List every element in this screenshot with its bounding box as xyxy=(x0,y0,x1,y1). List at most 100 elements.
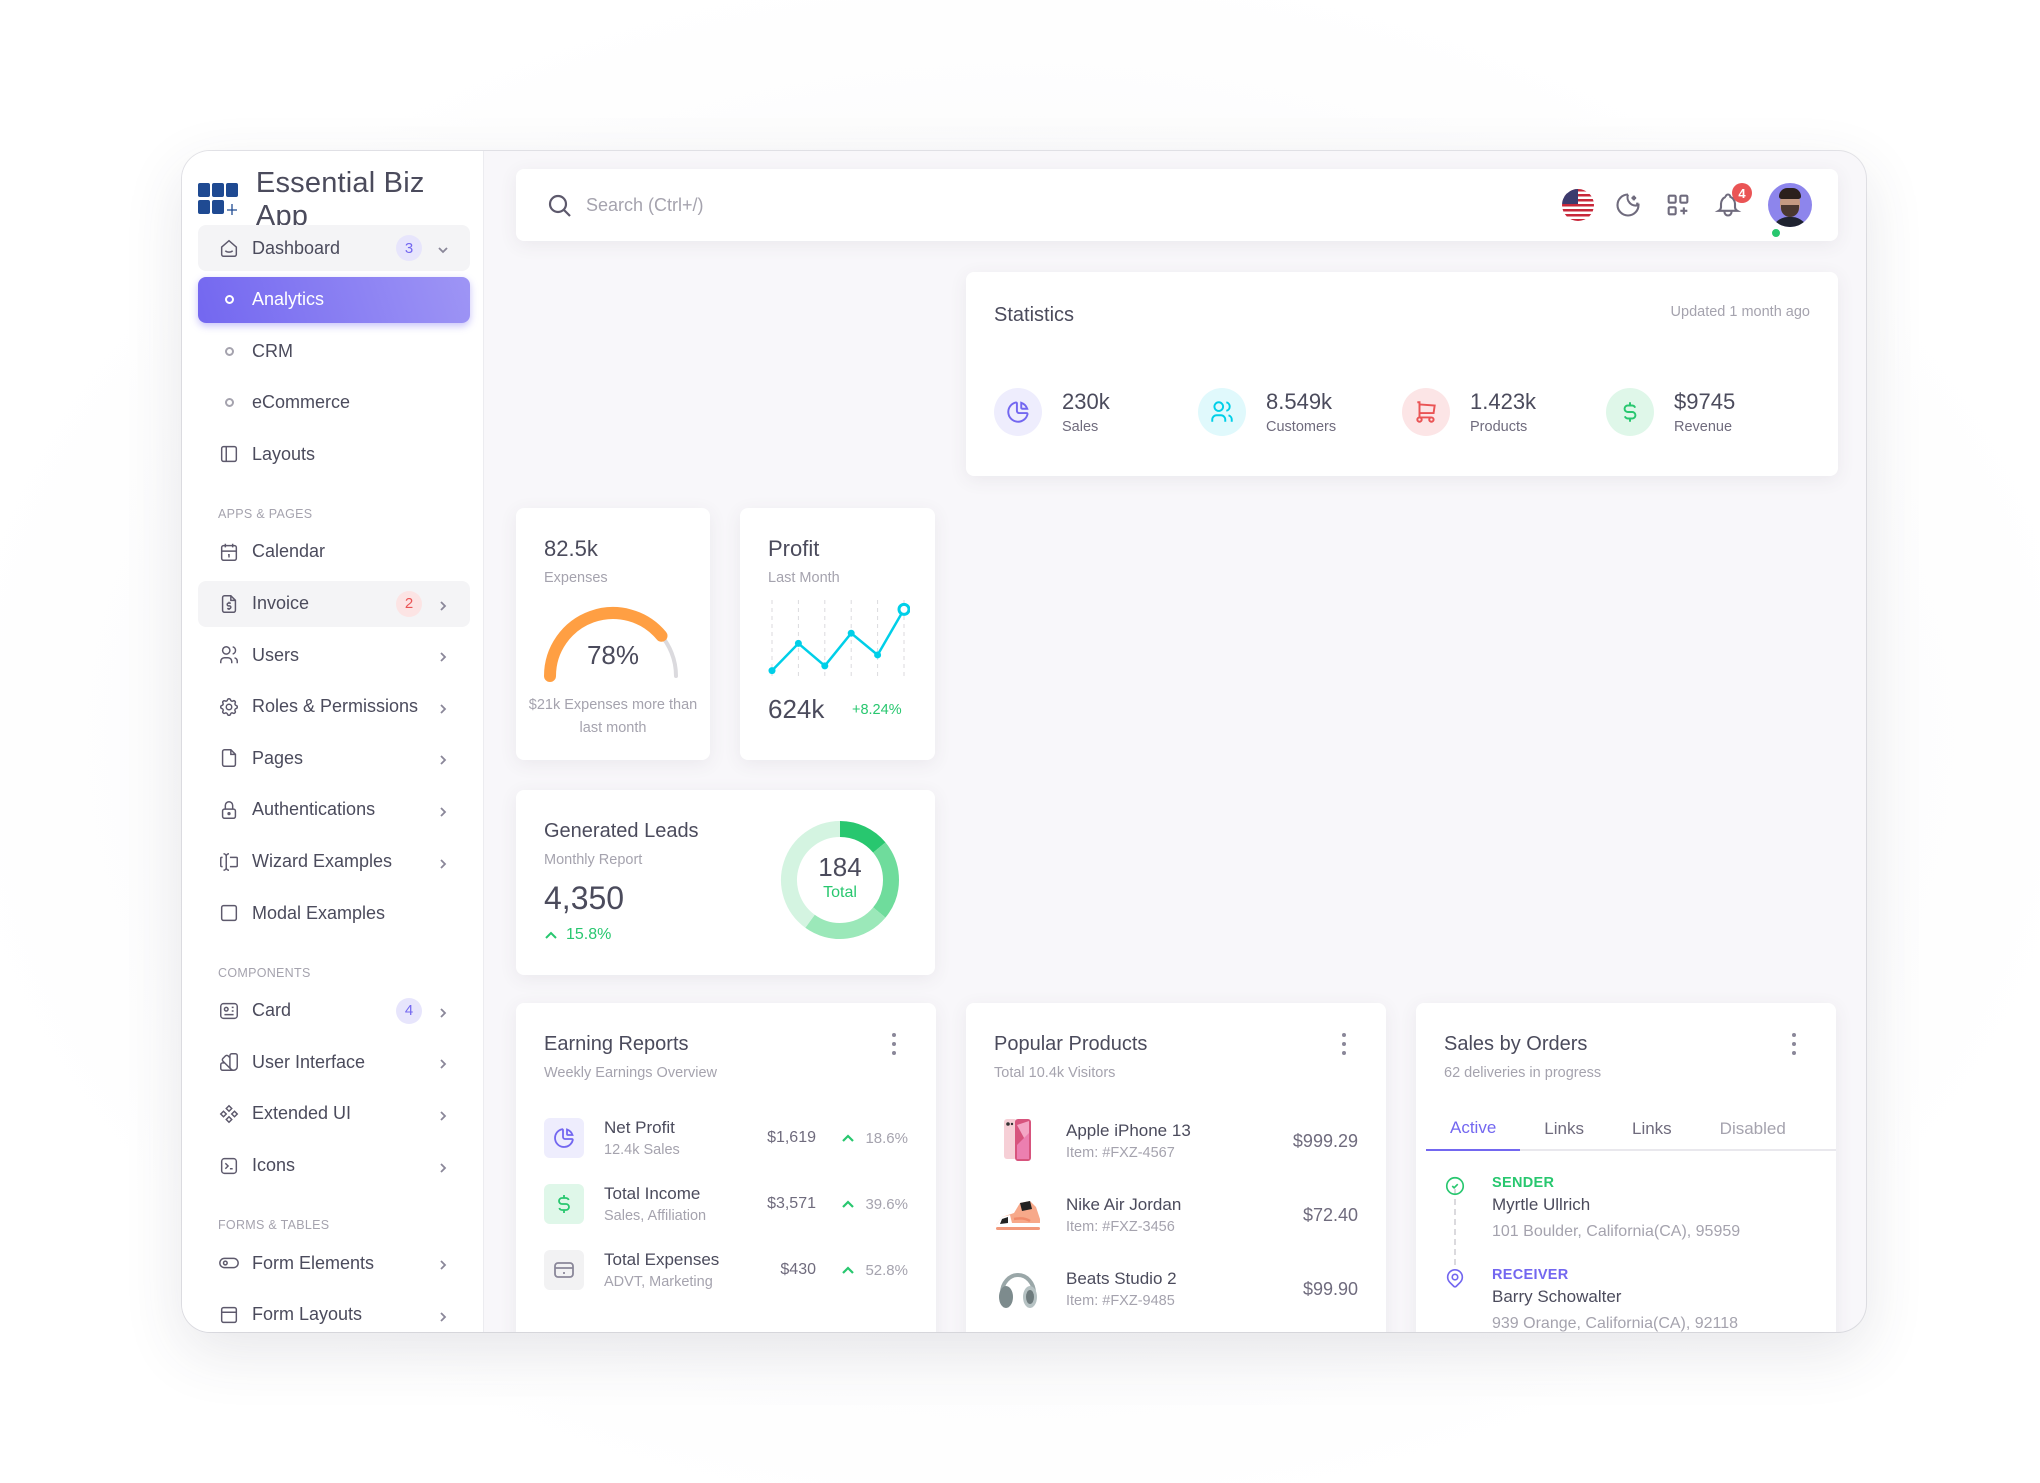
product-item-code: Item: #FXZ-3456 xyxy=(1066,1219,1175,1235)
tab-active[interactable]: Active xyxy=(1426,1107,1521,1151)
search-icon[interactable] xyxy=(546,192,574,220)
donut-total: 184 xyxy=(818,852,862,882)
headphones-image xyxy=(994,1265,1042,1313)
search-input[interactable] xyxy=(586,187,1186,223)
earning-pct-value: 18.6% xyxy=(865,1129,908,1147)
earning-desc: 12.4k Sales xyxy=(604,1142,680,1158)
sales-by-orders-card: Sales by Orders 62 deliveries in progres… xyxy=(1416,1003,1836,1332)
brand[interactable]: Essential Biz App xyxy=(198,167,483,233)
expenses-note: $21k Expenses more than last month xyxy=(528,697,698,736)
sidebar-item-label: Analytics xyxy=(252,289,325,310)
sidebar-item-label: Pages xyxy=(252,747,304,768)
theme-toggle[interactable] xyxy=(1612,189,1644,221)
sidebar-item-analytics[interactable]: Analytics xyxy=(198,276,470,323)
gauge-percent: 78% xyxy=(586,640,640,670)
sidebar-item-label: User Interface xyxy=(252,1051,366,1072)
sidebar-item-label: Invoice xyxy=(252,593,310,614)
file-dollar-icon xyxy=(218,593,240,615)
stat-value: $9745 xyxy=(1674,389,1736,414)
more-options-icon[interactable] xyxy=(892,1033,898,1055)
generated-leads-card: Generated Leads Monthly Report 4,350 15.… xyxy=(516,790,935,975)
chevron-up-icon xyxy=(545,931,557,939)
donut-segment xyxy=(805,907,886,939)
card-subtitle: Monthly Report xyxy=(544,852,643,868)
timeline-connector xyxy=(1454,1189,1456,1265)
sidebar-item-wizard-examples[interactable]: Wizard Examples xyxy=(198,839,470,885)
sidebar-item-layouts[interactable]: Layouts xyxy=(198,431,470,477)
sidebar-item-ecommerce[interactable]: eCommerce xyxy=(198,380,470,426)
earning-reports-card: Earning Reports Weekly Earnings Overview… xyxy=(516,1003,936,1332)
stat-value: 8.549k xyxy=(1266,389,1333,414)
product-row[interactable]: Nike Air Jordan Item: #FXZ-3456 $72.40 xyxy=(994,1189,1358,1241)
timeline-sender: SENDER Myrtle Ullrich 101 Boulder, Calif… xyxy=(1492,1175,1740,1241)
chevron-right-icon xyxy=(436,597,450,611)
sneaker-image xyxy=(994,1191,1042,1239)
stat-label: Revenue xyxy=(1674,419,1733,435)
chevron-right-icon xyxy=(436,751,450,765)
spark-line xyxy=(771,608,906,672)
sidebar-item-calendar[interactable]: Calendar xyxy=(198,529,470,575)
sidebar-item-crm[interactable]: CRM xyxy=(198,328,470,374)
chevron-up-icon xyxy=(842,1200,855,1208)
card-title: Statistics xyxy=(994,304,1075,326)
product-row[interactable]: Apple iPhone 13 Item: #FXZ-4567 $999.29 xyxy=(994,1115,1358,1167)
earning-pct: 52.8% xyxy=(841,1262,908,1279)
sidebar-item-invoice[interactable]: Invoice 2 xyxy=(198,580,470,627)
product-price: $72.40 xyxy=(1302,1204,1358,1225)
sidebar-item-user-interface[interactable]: User Interface xyxy=(198,1039,470,1085)
sidebar-item-roles-permissions[interactable]: Roles & Permissions xyxy=(198,684,470,730)
more-options-icon[interactable] xyxy=(1792,1033,1798,1055)
shortcuts-button[interactable] xyxy=(1662,189,1694,221)
notifications-button[interactable]: 4 xyxy=(1712,183,1752,221)
product-row[interactable]: Beats Studio 2 Item: #FXZ-9485 $99.90 xyxy=(994,1263,1358,1315)
iphone-image xyxy=(994,1117,1042,1165)
credit-card-icon xyxy=(544,1250,584,1290)
topbar-actions: 4 xyxy=(1544,181,1812,239)
timeline-receiver: RECEIVER Barry Schowalter 939 Orange, Ca… xyxy=(1492,1267,1738,1332)
app-window: Essential Biz App Dashboard 3 Analytics … xyxy=(182,151,1866,1332)
apps-add-icon xyxy=(1667,194,1689,216)
sidebar-item-label: Calendar xyxy=(252,541,326,562)
more-options-icon[interactable] xyxy=(1342,1033,1348,1055)
sidebar-item-label: CRM xyxy=(252,340,293,361)
sidebar-item-extended-ui[interactable]: Extended UI xyxy=(198,1091,470,1137)
sidebar-item-icons[interactable]: Icons xyxy=(198,1143,470,1189)
avatar[interactable] xyxy=(1768,183,1812,227)
timeline-name: Barry Schowalter xyxy=(1492,1287,1622,1306)
sidebar-item-users[interactable]: Users xyxy=(198,632,470,678)
card-title: Sales by Orders xyxy=(1444,1033,1588,1055)
sidebar-item-dashboard[interactable]: Dashboard 3 xyxy=(198,225,470,271)
expenses-card: 82.5k Expenses 78% $21k Expenses more th… xyxy=(516,508,710,760)
sidebar-item-modal-examples[interactable]: Modal Examples xyxy=(198,890,470,936)
language-switcher[interactable] xyxy=(1562,189,1594,221)
sidebar-item-label: Form Elements xyxy=(252,1252,375,1273)
square-icon xyxy=(218,902,240,924)
forms-icon xyxy=(218,851,240,873)
sidebar-item-label: eCommerce xyxy=(252,392,351,413)
sidebar-item-card[interactable]: Card 4 xyxy=(198,988,470,1034)
currency-dollar-icon xyxy=(544,1184,584,1224)
card-subtitle: Last Month xyxy=(768,570,840,586)
chevron-right-icon xyxy=(436,803,450,817)
section-header-apps-pages: APPS & PAGES xyxy=(218,506,313,521)
earning-amount: $430 xyxy=(780,1261,816,1278)
chevron-right-icon xyxy=(436,700,450,714)
tab-links[interactable]: Links xyxy=(1520,1107,1608,1151)
components-icon xyxy=(218,1103,240,1125)
stat-products: 1.423k Products xyxy=(1402,388,1536,436)
tab-links-2[interactable]: Links xyxy=(1608,1107,1696,1151)
spark-point xyxy=(794,639,802,647)
sidebar-item-authentications[interactable]: Authentications xyxy=(198,787,470,833)
leads-change-value: 15.8% xyxy=(566,926,612,943)
card-title: Generated Leads xyxy=(544,820,699,842)
sidebar-item-form-elements[interactable]: Form Elements xyxy=(198,1240,470,1286)
popular-products-card: Popular Products Total 10.4k Visitors Ap… xyxy=(966,1003,1386,1332)
card-subtitle: Weekly Earnings Overview xyxy=(544,1065,717,1081)
earning-desc: ADVT, Marketing xyxy=(604,1274,713,1290)
shopping-cart-icon xyxy=(1402,388,1450,436)
sidebar-item-label: Card xyxy=(252,1000,292,1021)
sidebar-item-pages[interactable]: Pages xyxy=(198,735,470,781)
earning-name: Net Profit xyxy=(604,1118,675,1137)
top-navbar: 4 xyxy=(516,169,1838,241)
sidebar-item-form-layouts[interactable]: Form Layouts xyxy=(198,1292,470,1332)
